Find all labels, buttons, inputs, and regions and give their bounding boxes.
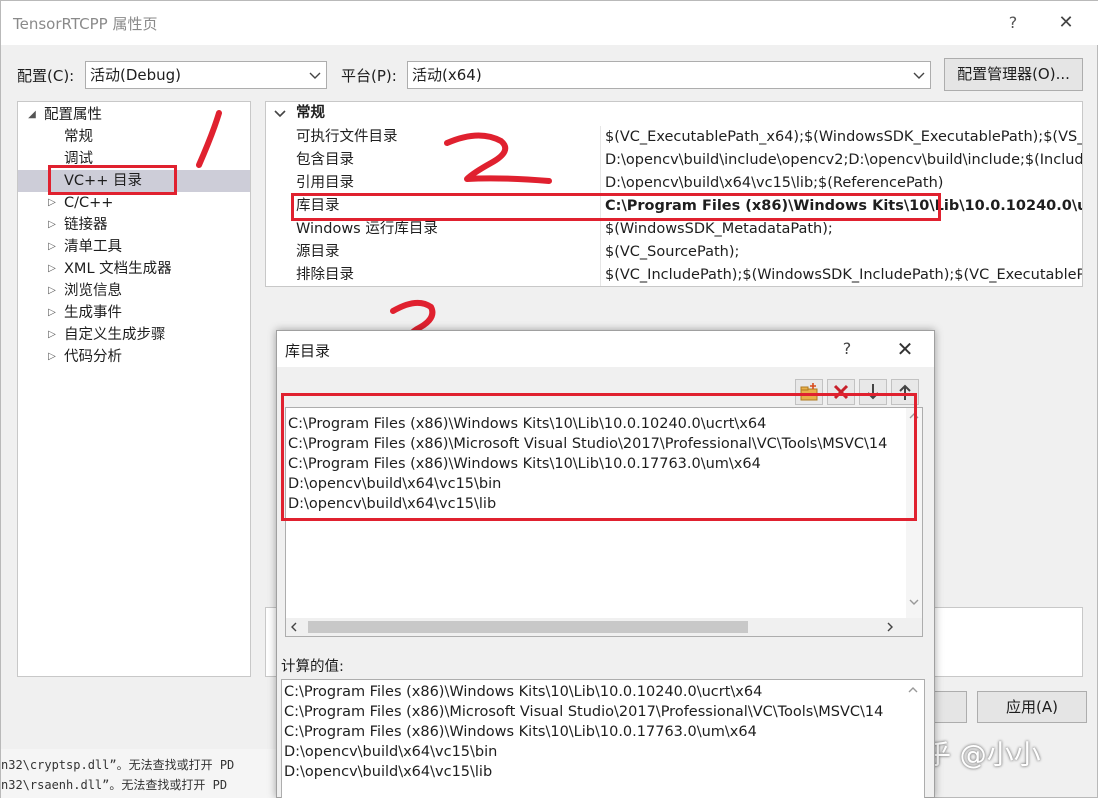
grid-row-exclude-dirs[interactable]: 排除目录 $(VC_IncludePath);$(WindowsSDK_Incl… bbox=[266, 264, 1082, 286]
grid-row-include-dirs[interactable]: 包含目录 D:\opencv\build\include\opencv2;D:\… bbox=[266, 149, 1082, 172]
platform-select[interactable]: 活动(x64) bbox=[407, 61, 931, 89]
tree-item-xml-doc-generator[interactable]: ▷ XML 文档生成器 bbox=[18, 258, 250, 280]
grid-row-source-dirs[interactable]: 源目录 $(VC_SourcePath); bbox=[266, 241, 1082, 264]
horizontal-scrollbar[interactable] bbox=[286, 618, 922, 636]
collapsed-triangle-icon[interactable]: ▷ bbox=[46, 258, 58, 280]
grid-section-label: 常规 bbox=[296, 105, 325, 121]
annotation-number-2 bbox=[444, 132, 552, 184]
collapsed-triangle-icon[interactable]: ▷ bbox=[46, 324, 58, 346]
tree-item-label: 常规 bbox=[64, 129, 93, 145]
output-window: n32\cryptsp.dll”。无法查找或打开 PD n32\rsaenh.d… bbox=[1, 749, 281, 798]
scroll-up-icon[interactable] bbox=[908, 686, 918, 694]
close-button[interactable]: ✕ bbox=[1051, 9, 1081, 37]
title-bar: TensorRTCPP 属性页 ? ✕ bbox=[1, 1, 1098, 45]
grid-row-reference-dirs[interactable]: 引用目录 D:\opencv\build\x64\vc15\lib;$(Refe… bbox=[266, 172, 1082, 195]
collapsed-triangle-icon[interactable]: ▷ bbox=[46, 214, 58, 236]
collapsed-triangle-icon[interactable]: ▷ bbox=[46, 302, 58, 324]
grid-row-value: D:\opencv\build\x64\vc15\lib;$(Reference… bbox=[600, 172, 1082, 195]
dialog-title-bar: 库目录 ? ✕ bbox=[277, 331, 934, 367]
grid-row-name: 排除目录 bbox=[296, 267, 354, 283]
scroll-down-icon[interactable] bbox=[909, 598, 919, 606]
grid-row-winrt-dirs[interactable]: Windows 运行库目录 $(WindowsSDK_MetadataPath)… bbox=[266, 218, 1082, 241]
tree-item-label: 配置属性 bbox=[44, 107, 102, 123]
window-title: TensorRTCPP 属性页 bbox=[13, 15, 158, 33]
expanded-triangle-icon[interactable]: ◢ bbox=[26, 104, 38, 126]
computed-item: D:\opencv\build\x64\vc15\bin bbox=[284, 744, 498, 760]
computed-values-label: 计算的值: bbox=[281, 659, 344, 675]
tree-item-build-events[interactable]: ▷ 生成事件 bbox=[18, 302, 250, 324]
config-manager-button[interactable]: 配置管理器(O)... bbox=[944, 58, 1083, 91]
output-line: n32\cryptsp.dll”。无法查找或打开 PD bbox=[1, 758, 235, 772]
tree-item-label: 浏览信息 bbox=[64, 283, 122, 299]
config-select-value: 活动(Debug) bbox=[90, 66, 182, 84]
grid-row-value: $(WindowsSDK_MetadataPath); bbox=[600, 218, 1082, 241]
grid-row-value: $(VC_IncludePath);$(WindowsSDK_IncludePa… bbox=[600, 264, 1082, 286]
computed-item: C:\Program Files (x86)\Windows Kits\10\L… bbox=[284, 724, 757, 740]
tree-item-label: XML 文档生成器 bbox=[64, 261, 172, 277]
scroll-left-icon[interactable] bbox=[290, 622, 298, 632]
collapsed-triangle-icon[interactable]: ▷ bbox=[46, 280, 58, 302]
grid-row-name: Windows 运行库目录 bbox=[296, 221, 438, 237]
tree-item-browse-info[interactable]: ▷ 浏览信息 bbox=[18, 280, 250, 302]
config-label: 配置(C): bbox=[17, 67, 75, 85]
tree-item-label: 代码分析 bbox=[64, 349, 122, 365]
chevron-down-icon bbox=[309, 72, 321, 79]
tree-item-custom-build-step[interactable]: ▷ 自定义生成步骤 bbox=[18, 324, 250, 346]
tree-item-label: 自定义生成步骤 bbox=[64, 327, 166, 343]
computed-item: D:\opencv\build\x64\vc15\lib bbox=[284, 764, 493, 780]
computed-item: C:\Program Files (x86)\Microsoft Visual … bbox=[284, 704, 884, 720]
help-button[interactable]: ? bbox=[1001, 11, 1025, 35]
collapsed-triangle-icon[interactable]: ▷ bbox=[46, 346, 58, 368]
computed-item: C:\Program Files (x86)\Windows Kits\10\L… bbox=[284, 684, 763, 700]
collapsed-triangle-icon[interactable]: ▷ bbox=[46, 192, 58, 214]
tree-item-label: 生成事件 bbox=[64, 305, 122, 321]
collapsed-triangle-icon[interactable]: ▷ bbox=[46, 236, 58, 258]
annotation-number-1 bbox=[196, 110, 222, 168]
config-select[interactable]: 活动(Debug) bbox=[85, 61, 327, 89]
dialog-close-button[interactable]: ✕ bbox=[891, 335, 919, 363]
grid-section-header[interactable]: 常规 bbox=[266, 102, 1082, 125]
grid-row-value: $(VC_SourcePath); bbox=[600, 241, 1082, 264]
output-line: n32\rsaenh.dll”。无法查找或打开 PD bbox=[1, 778, 228, 792]
annotation-box-directories bbox=[281, 393, 917, 521]
horizontal-scroll-thumb[interactable] bbox=[308, 621, 748, 633]
tree-item-code-analysis[interactable]: ▷ 代码分析 bbox=[18, 346, 250, 368]
computed-values-box: C:\Program Files (x86)\Windows Kits\10\L… bbox=[281, 679, 925, 798]
tree-item-label: 链接器 bbox=[64, 217, 108, 233]
tree-item-label: 清单工具 bbox=[64, 239, 122, 255]
grid-row-value: $(VC_ExecutablePath_x64);$(WindowsSDK_Ex… bbox=[600, 126, 1082, 149]
ok-button-partial[interactable] bbox=[931, 691, 967, 723]
tree-item-linker[interactable]: ▷ 链接器 bbox=[18, 214, 250, 236]
scroll-right-icon[interactable] bbox=[886, 622, 894, 632]
dialog-help-button[interactable]: ? bbox=[837, 337, 857, 361]
platform-label: 平台(P): bbox=[341, 67, 397, 85]
platform-select-value: 活动(x64) bbox=[412, 66, 482, 84]
annotation-box-library-row bbox=[291, 193, 941, 221]
apply-button[interactable]: 应用(A) bbox=[977, 691, 1087, 723]
grid-row-value: D:\opencv\build\include\opencv2;D:\openc… bbox=[600, 149, 1082, 172]
tree-item-label: C/C++ bbox=[64, 195, 114, 211]
chevron-down-icon bbox=[913, 72, 925, 79]
grid-row-executable-dirs[interactable]: 可执行文件目录 $(VC_ExecutablePath_x64);$(Windo… bbox=[266, 126, 1082, 149]
tree-item-manifest-tool[interactable]: ▷ 清单工具 bbox=[18, 236, 250, 258]
tree-item-c-cpp[interactable]: ▷ C/C++ bbox=[18, 192, 250, 214]
library-directories-dialog: 库目录 ? ✕ C:\Program Files (x86)\Windows K… bbox=[276, 330, 935, 798]
dialog-title: 库目录 bbox=[285, 342, 331, 360]
grid-row-name: 源目录 bbox=[296, 244, 340, 260]
annotation-box-vc-dirs bbox=[48, 165, 177, 195]
chevron-down-icon[interactable] bbox=[274, 109, 286, 119]
